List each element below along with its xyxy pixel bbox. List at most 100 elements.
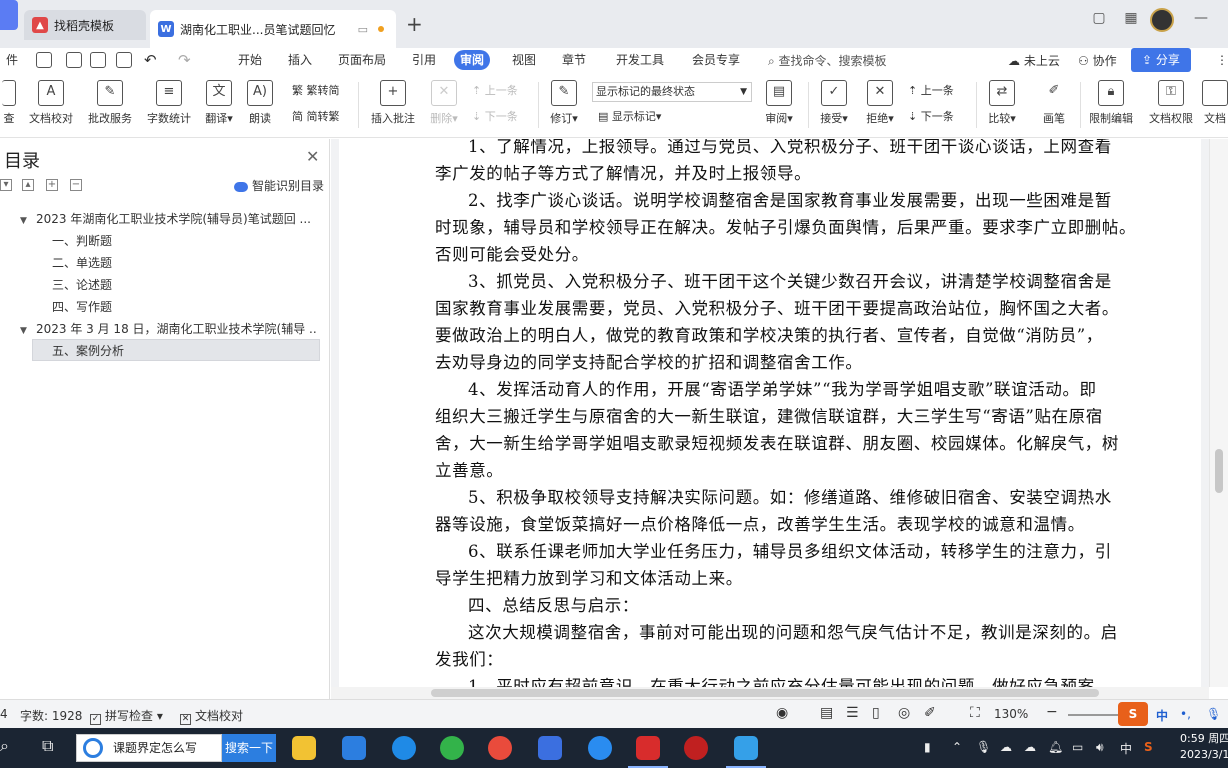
reject-button[interactable]: ✕ 拒绝▾ (860, 78, 900, 134)
tab-template-store[interactable]: ▲ 找稻壳模板 (24, 10, 146, 40)
menu-developer[interactable]: 开发工具 (610, 50, 670, 70)
battery-icon[interactable]: ▮ (924, 740, 931, 754)
task-view-icon[interactable]: ⧉ (42, 736, 53, 756)
print-icon[interactable] (90, 52, 106, 68)
edge-icon[interactable] (392, 736, 416, 760)
menu-view[interactable]: 视图 (506, 50, 542, 70)
search-icon[interactable]: ⌕ (0, 736, 9, 756)
spell-check-toggle[interactable]: ✓ 拼写检查 ▾ (90, 707, 163, 725)
toc-item[interactable]: ▼ 2023 年湖南化工职业技术学院(辅导员)笔试题回 ... (20, 208, 316, 230)
system-clock[interactable]: 0:59 周四 2023/3/1 (1180, 731, 1228, 763)
browser-search-box[interactable]: 课题界定怎么写 (76, 734, 222, 762)
grid-apps-icon[interactable]: ▦ (1118, 10, 1144, 30)
toc-item[interactable]: 三、论述题 (52, 274, 312, 296)
horizontal-scrollbar[interactable] (331, 687, 1209, 699)
check-button[interactable]: 查 (0, 78, 18, 134)
open-icon[interactable] (36, 52, 52, 68)
read-aloud-button[interactable]: A) 朗读 (244, 78, 276, 134)
toc-item[interactable]: ▼ 2023 年 3 月 18 日，湖南化工职业技术学院(辅导 ... (20, 318, 316, 340)
expand-up-icon[interactable]: ▴ (22, 179, 34, 191)
chevron-up-icon[interactable]: ⌃ (952, 740, 962, 754)
tray-ime[interactable]: 中 (1120, 740, 1132, 757)
menu-home[interactable]: 开始 (232, 50, 268, 70)
menu-file[interactable]: 件 (0, 50, 24, 70)
scroll-thumb[interactable] (1215, 449, 1223, 493)
chevron-down-icon[interactable]: ▼ (20, 210, 30, 230)
pen-button[interactable]: ✐ 画笔 (1034, 78, 1074, 134)
doc-permission-button[interactable]: ⚿ 文档权限 (1144, 78, 1198, 134)
network-icon[interactable]: ▭ (1072, 740, 1083, 754)
track-changes-button[interactable]: ✎ 修订▾ (544, 78, 584, 134)
menu-chapter[interactable]: 章节 (556, 50, 592, 70)
next-comment-button[interactable]: ⇣ 下一条 (472, 108, 518, 126)
wps-icon[interactable] (628, 736, 668, 768)
more-icon[interactable]: ⋮ (1210, 50, 1228, 70)
word-count-button[interactable]: ≡ 字数统计 (142, 78, 196, 134)
search-go-button[interactable]: 搜索一下 (222, 734, 276, 762)
ime-mode[interactable]: 中 (1156, 707, 1168, 724)
simp-to-trad-button[interactable]: 简 简转繁 (292, 108, 340, 126)
scroll-thumb[interactable] (431, 689, 1099, 697)
zoom-out-icon[interactable]: − (1046, 704, 1058, 720)
add-heading-icon[interactable]: + (46, 179, 58, 191)
menu-layout[interactable]: 页面布局 (332, 50, 392, 70)
word-count[interactable]: 字数: 1928 (20, 707, 82, 724)
punctuation-icon[interactable]: •, (1180, 707, 1191, 721)
monitor-icon[interactable]: ▭ (358, 23, 368, 36)
doc-more-button[interactable]: 文档 (1202, 78, 1228, 134)
remove-heading-icon[interactable]: − (70, 179, 82, 191)
vertical-scrollbar[interactable] (1209, 139, 1228, 687)
close-icon[interactable]: ✕ (306, 147, 319, 166)
insert-comment-button[interactable]: + 插入批注 (366, 78, 420, 134)
outline-view-icon[interactable]: ☰ (846, 705, 859, 721)
accept-button[interactable]: ✓ 接受▾ (814, 78, 854, 134)
onedrive-icon[interactable]: ☁ (1000, 740, 1012, 754)
toc-item[interactable]: 一、判断题 (52, 230, 312, 252)
home-tab[interactable] (0, 0, 18, 30)
eye-icon[interactable]: ◉ (776, 705, 788, 721)
compare-button[interactable]: ⇄ 比较▾ (982, 78, 1022, 134)
cloud-status[interactable]: ☁ 未上云 (1008, 52, 1060, 69)
chevron-down-icon[interactable]: ▼ (20, 320, 30, 340)
volume-icon[interactable]: 🔊︎ (1096, 740, 1104, 755)
menu-references[interactable]: 引用 (406, 50, 442, 70)
avatar[interactable] (1150, 8, 1174, 32)
next-change-button[interactable]: ⇣ 下一条 (908, 108, 954, 126)
review-pane-button[interactable]: ▤ 审阅▾ (760, 78, 798, 134)
restrict-edit-button[interactable]: 🔒︎ 限制编辑 (1084, 78, 1138, 134)
collab-button[interactable]: ⚇ 协作 (1078, 52, 1117, 69)
doc-check-toggle[interactable]: ✕ 文档校对 (180, 707, 243, 725)
app-icon[interactable] (588, 736, 612, 760)
undo-icon[interactable]: ↶ (138, 50, 163, 70)
prev-comment-button[interactable]: ⇡ 上一条 (472, 82, 518, 100)
page-number[interactable]: 4 (0, 707, 8, 721)
tab-current-document[interactable]: W 湖南化工职业...员笔试题回忆 ▭ (150, 10, 396, 48)
fit-page-icon[interactable]: ⛶ (970, 705, 980, 721)
show-markup-button[interactable]: ▤ 显示标记▾ (598, 108, 661, 126)
menu-review[interactable]: 审阅 (454, 50, 491, 70)
menu-member[interactable]: 会员专享 (686, 50, 746, 70)
batch-service-button[interactable]: ✎ 批改服务 (84, 78, 136, 134)
redo-icon[interactable]: ↷ (172, 50, 197, 70)
prev-change-button[interactable]: ⇡ 上一条 (908, 82, 954, 100)
preview-icon[interactable] (116, 52, 132, 68)
toc-item[interactable]: 四、写作题 (52, 296, 312, 318)
document-page[interactable]: 1、了解情况，上报领导。通过与党员、入党积极分子、班干团干谈心谈话，上网查看 李… (339, 139, 1201, 687)
doc-check-button[interactable]: A 文档校对 (24, 78, 78, 134)
window-app-icon[interactable] (726, 736, 766, 768)
browser-360-icon[interactable] (440, 736, 464, 760)
chrome-icon[interactable] (488, 736, 512, 760)
save-icon[interactable] (66, 52, 82, 68)
web-view-icon[interactable]: ◎ (898, 705, 910, 721)
store-icon[interactable] (342, 736, 366, 760)
smart-toc-button[interactable]: 智能识别目录 (234, 177, 324, 194)
share-button[interactable]: ⇪ 分享 (1131, 48, 1191, 72)
toc-item-selected[interactable]: 五、案例分析 (32, 339, 320, 361)
file-explorer-icon[interactable] (292, 736, 316, 760)
notification-bell-icon[interactable]: 🔔︎ (1048, 740, 1063, 754)
sogou-tray-icon[interactable]: S (1144, 740, 1153, 754)
window-layout-icon[interactable]: ▢ (1086, 10, 1112, 30)
menu-insert[interactable]: 插入 (282, 50, 318, 70)
feishu-icon[interactable] (538, 736, 562, 760)
read-view-icon[interactable]: ▯ (872, 705, 880, 721)
